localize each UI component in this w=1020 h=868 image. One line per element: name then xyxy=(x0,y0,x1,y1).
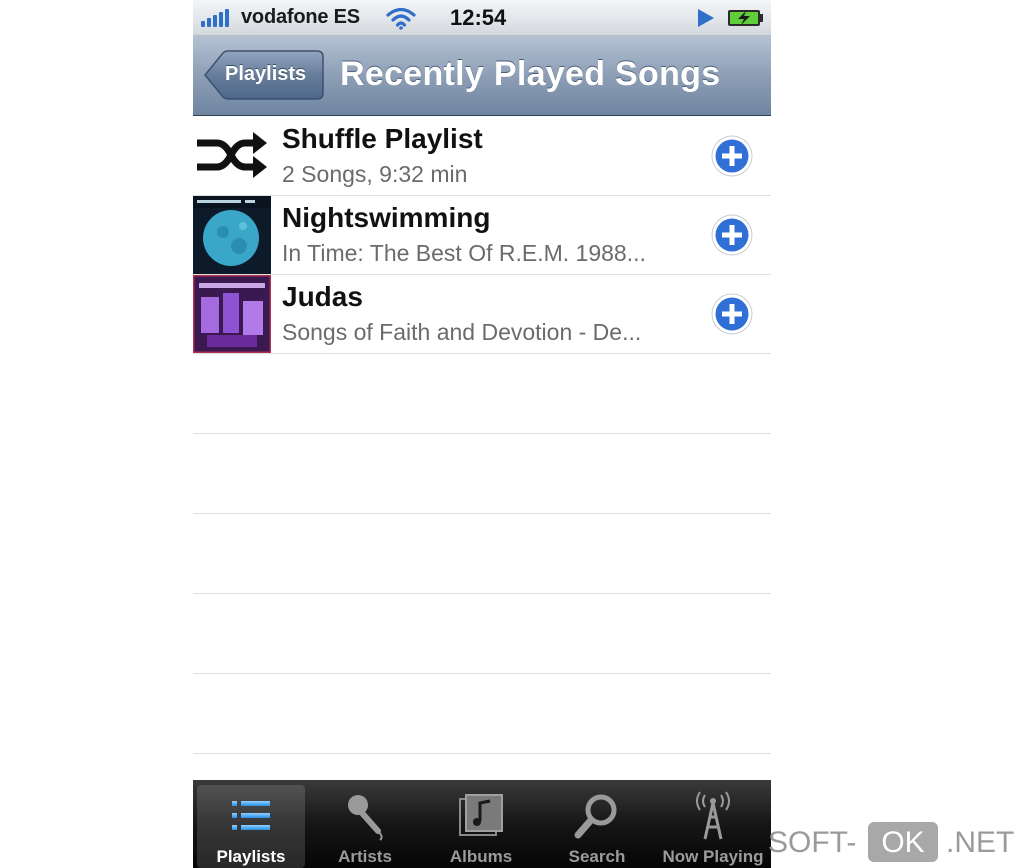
tab-bar: Playlists Artists Albums Search Now Play… xyxy=(193,780,771,868)
empty-row xyxy=(193,434,771,514)
song-title: Nightswimming xyxy=(282,202,491,233)
watermark-badge: OK xyxy=(868,822,938,862)
microphone-icon xyxy=(348,795,383,841)
navigation-bar: Playlists Recently Played Songs xyxy=(193,36,771,116)
tab-now-playing[interactable]: Now Playing xyxy=(659,785,767,868)
song-list: Shuffle Playlist 2 Songs, 9:32 min Night… xyxy=(193,117,771,754)
tab-label: Playlists xyxy=(216,847,286,866)
song-subtitle: Songs of Faith and Devotion - De... xyxy=(282,319,642,345)
add-button[interactable] xyxy=(711,214,753,256)
status-time: 12:54 xyxy=(450,5,507,30)
search-icon xyxy=(574,794,617,839)
wifi-icon xyxy=(386,7,416,30)
tab-search[interactable]: Search xyxy=(543,785,651,868)
page-title: Recently Played Songs xyxy=(340,55,721,93)
playlists-icon xyxy=(232,801,270,830)
tab-label: Now Playing xyxy=(662,847,764,866)
tab-label: Artists xyxy=(338,847,392,866)
song-title: Shuffle Playlist xyxy=(282,123,483,154)
carrier-name: vodafone ES xyxy=(241,6,360,28)
now-playing-icon xyxy=(696,791,730,840)
album-art-rem xyxy=(193,196,271,274)
tab-playlists[interactable]: Playlists xyxy=(197,785,305,868)
tab-artists[interactable]: Artists xyxy=(311,785,419,868)
battery-charging-icon xyxy=(728,10,763,26)
tab-label: Search xyxy=(568,847,626,866)
albums-icon xyxy=(459,794,503,836)
play-icon xyxy=(698,9,714,27)
empty-row xyxy=(193,594,771,674)
back-button-playlists[interactable]: Playlists xyxy=(203,50,325,100)
tab-albums[interactable]: Albums xyxy=(427,785,535,868)
shuffle-icon xyxy=(197,132,267,178)
song-subtitle: In Time: The Best Of R.E.M. 1988... xyxy=(282,240,646,266)
empty-row xyxy=(193,514,771,594)
back-button-label: Playlists xyxy=(225,63,307,85)
song-title: Judas xyxy=(282,281,363,312)
list-item-nightswimming[interactable]: Nightswimming In Time: The Best Of R.E.M… xyxy=(193,196,771,275)
tab-label: Albums xyxy=(449,847,513,866)
add-button[interactable] xyxy=(711,135,753,177)
phone-screen: vodafone ES 12:54 Playlists Recently Pla… xyxy=(193,0,771,868)
watermark-text: SOFT- xyxy=(768,826,857,859)
album-art-depeche-mode xyxy=(193,275,271,353)
watermark-badge-text: OK xyxy=(881,826,925,859)
add-button[interactable] xyxy=(711,293,753,335)
list-item-judas[interactable]: Judas Songs of Faith and Devotion - De..… xyxy=(193,275,771,354)
empty-row xyxy=(193,354,771,434)
empty-row xyxy=(193,674,771,754)
watermark-text: .NET xyxy=(946,826,1015,859)
status-bar: vodafone ES 12:54 xyxy=(193,0,771,36)
song-subtitle: 2 Songs, 9:32 min xyxy=(282,161,468,187)
list-item-shuffle-playlist[interactable]: Shuffle Playlist 2 Songs, 9:32 min xyxy=(193,117,771,196)
